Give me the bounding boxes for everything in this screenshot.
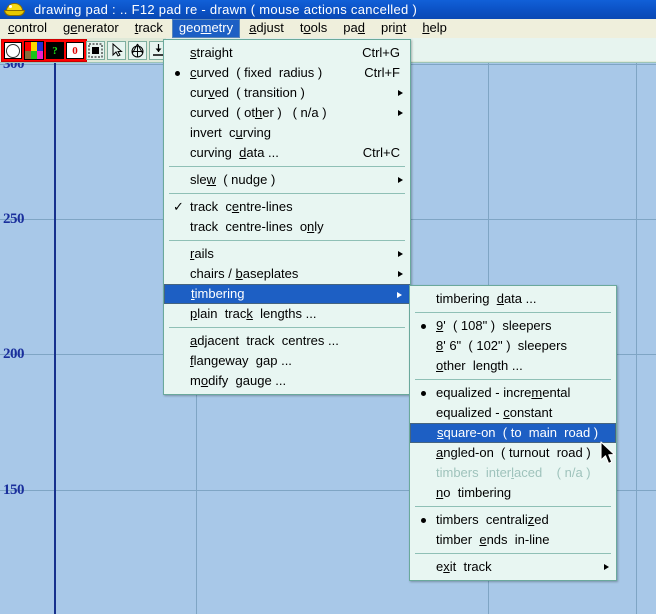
chevron-right-icon: [398, 271, 403, 277]
accel-label: Ctrl+G: [362, 45, 400, 60]
menu-separator: [415, 506, 611, 507]
menu-item-curving-data[interactable]: curving data ... Ctrl+C: [164, 143, 410, 163]
submenu-item-equalized-incremental[interactable]: equalized - incremental: [410, 383, 616, 403]
chevron-right-icon: [398, 177, 403, 183]
white-circle-button[interactable]: [4, 42, 22, 59]
submenu-item-square-on[interactable]: square-on ( to main road ): [410, 423, 616, 443]
submenu-item-timber-ends-in-line[interactable]: timber ends in-line: [410, 530, 616, 550]
menu-item-modify-gauge[interactable]: modify gauge ...: [164, 371, 410, 391]
menu-item-track-centre-lines[interactable]: ✓ track centre-lines: [164, 197, 410, 217]
menu-bar: control generator track geometry adjust …: [0, 19, 656, 39]
bullet-marker: [421, 391, 426, 396]
submenu-item-timbers-interlaced: timbers interlaced ( n/a ): [436, 465, 591, 480]
menu-item-timbering[interactable]: timbering: [164, 284, 410, 304]
menu-timbering: timbering data ... 9' ( 108" ) sleepers …: [409, 285, 617, 581]
menu-separator: [169, 327, 405, 328]
chevron-right-icon: [398, 90, 403, 96]
menubar-item-pad[interactable]: pad: [336, 19, 372, 38]
submenu-item-timbers-centralized[interactable]: timbers centralized: [410, 510, 616, 530]
submenu-item-equalized-constant[interactable]: equalized - constant: [410, 403, 616, 423]
bullet-marker: [421, 324, 426, 329]
zero-button[interactable]: 0: [66, 42, 84, 59]
submenu-item-exit-track[interactable]: exit track: [410, 557, 616, 577]
menubar-item-geometry[interactable]: geometry: [171, 19, 241, 38]
menu-item-rails[interactable]: rails: [164, 244, 410, 264]
target-circle-icon[interactable]: [128, 40, 147, 60]
hard-hat-icon: [2, 1, 28, 18]
bullet-marker: [175, 71, 180, 76]
menu-item-straight[interactable]: straight Ctrl+G: [164, 43, 410, 63]
menu-item-slew-nudge[interactable]: slew ( nudge ): [164, 170, 410, 190]
menu-separator: [415, 553, 611, 554]
mouse-pointer-icon[interactable]: [107, 40, 126, 60]
menu-item-invert-curving[interactable]: invert curving: [164, 123, 410, 143]
submenu-item-9ft-sleepers[interactable]: 9' ( 108" ) sleepers: [410, 316, 616, 336]
menubar-item-track[interactable]: track: [128, 19, 170, 38]
submenu-item-timbering-data[interactable]: timbering data ...: [410, 289, 616, 309]
menu-separator: [169, 166, 405, 167]
application-window: 300 250 200 150 drawing pad : .. F12 pad…: [0, 0, 656, 614]
chevron-right-icon: [397, 292, 402, 298]
menu-separator: [169, 193, 405, 194]
toolbar-group-primary: ? 0: [1, 39, 87, 62]
submenu-item-8ft6-sleepers[interactable]: 8' 6" ( 102" ) sleepers: [410, 336, 616, 356]
menu-separator: [169, 240, 405, 241]
toolbar-group-tools: [86, 40, 170, 60]
question-mark-button[interactable]: ?: [46, 42, 64, 59]
menubar-item-help[interactable]: help: [415, 19, 454, 38]
chevron-right-icon: [398, 251, 403, 257]
menubar-item-adjust[interactable]: adjust: [242, 19, 291, 38]
menu-item-curved-fixed-radius[interactable]: curved ( fixed radius ) Ctrl+F: [164, 63, 410, 83]
menu-geometry: straight Ctrl+G curved ( fixed radius ) …: [163, 39, 411, 395]
window-title: drawing pad : .. F12 pad re - drawn ( mo…: [34, 2, 418, 17]
menubar-item-print[interactable]: print: [374, 19, 413, 38]
colour-swatch-button[interactable]: [24, 41, 44, 60]
submenu-item-other-length[interactable]: other length ...: [410, 356, 616, 376]
ruler-label-200: 200: [3, 346, 25, 362]
menu-item-curved-transition[interactable]: curved ( transition ): [164, 83, 410, 103]
menubar-item-control[interactable]: control: [1, 19, 54, 38]
accel-label: Ctrl+C: [362, 145, 400, 160]
chevron-right-icon: [398, 110, 403, 116]
axis-line-vertical: [54, 62, 56, 614]
check-icon: ✓: [173, 199, 184, 214]
menu-item-plain-track-lengths[interactable]: plain track lengths ...: [164, 304, 410, 324]
menu-item-adjacent-track-centres[interactable]: adjacent track centres ...: [164, 331, 410, 351]
gridline-vertical: [636, 62, 637, 614]
submenu-item-no-timbering[interactable]: no timbering: [410, 483, 616, 503]
bullet-marker: [421, 518, 426, 523]
ruler-label-150: 150: [3, 482, 25, 498]
menu-item-curved-other[interactable]: curved ( other ) ( n/a ): [164, 103, 410, 123]
menu-item-chairs-baseplates[interactable]: chairs / baseplates: [164, 264, 410, 284]
select-region-icon[interactable]: [86, 40, 105, 60]
menu-separator: [415, 379, 611, 380]
chevron-right-icon: [604, 564, 609, 570]
menubar-item-generator[interactable]: generator: [56, 19, 126, 38]
menu-separator: [415, 312, 611, 313]
menu-item-flangeway-gap[interactable]: flangeway gap ...: [164, 351, 410, 371]
menu-item-track-centre-lines-only[interactable]: track centre-lines only: [164, 217, 410, 237]
menubar-item-tools[interactable]: tools: [293, 19, 334, 38]
title-bar: drawing pad : .. F12 pad re - drawn ( mo…: [0, 0, 656, 19]
mouse-pointer: [600, 441, 618, 467]
submenu-item-angled-on[interactable]: angled-on ( turnout road ): [410, 443, 616, 463]
accel-label: Ctrl+F: [364, 65, 400, 80]
ruler-label-250: 250: [3, 211, 25, 227]
